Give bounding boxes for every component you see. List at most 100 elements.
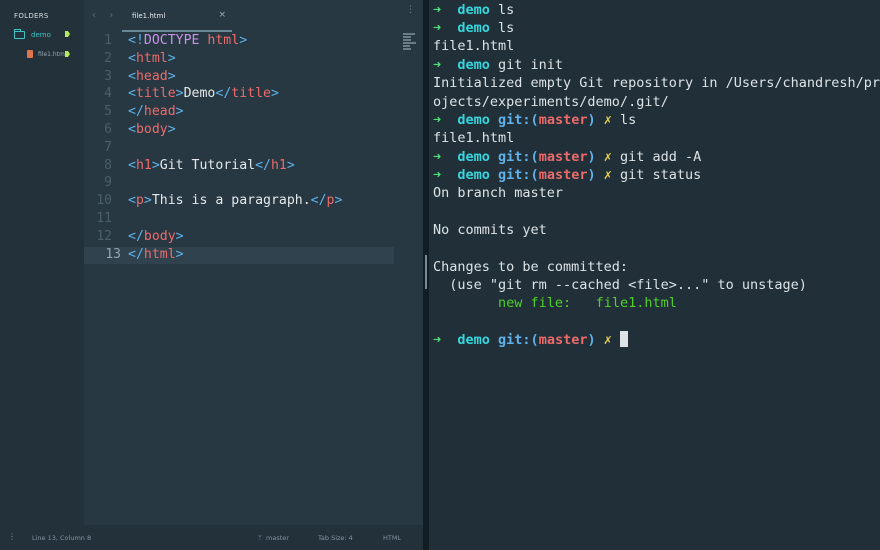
terminal-line: new file: file1.html	[433, 294, 677, 312]
line-number: 1	[104, 33, 112, 48]
folder-label: demo	[31, 31, 51, 39]
code-token: </	[255, 157, 271, 173]
terminal-line: ➜ demo git:(master) ✗ git add -A	[433, 148, 701, 166]
close-icon[interactable]: ×	[218, 10, 226, 20]
code-line[interactable]: </body>	[128, 229, 400, 247]
branch-name[interactable]: master	[266, 534, 289, 542]
code-line[interactable]: <!DOCTYPE html>	[128, 33, 400, 51]
terminal-text: Initialized empty Git repository in /Use…	[433, 75, 880, 91]
folder-sidebar: FOLDERS demo file1.html	[0, 0, 84, 525]
code-token: >	[167, 50, 176, 66]
terminal-text: demo	[457, 167, 490, 183]
code-line[interactable]	[128, 140, 400, 158]
terminal-pane[interactable]: ➜ demo ls ➜ demo ls file1.html ➜ demo git i…	[429, 0, 880, 550]
code-token: DOCTYPE	[143, 33, 200, 48]
terminal-text: ls	[489, 20, 515, 36]
tab-size[interactable]: Tab Size: 4	[318, 534, 353, 542]
code-token: >	[334, 193, 343, 209]
line-number: 8	[104, 157, 112, 173]
code-token: >	[167, 121, 176, 137]
code-line[interactable]	[128, 175, 400, 193]
terminal-text: demo	[457, 332, 490, 348]
code-token: >	[151, 157, 160, 173]
code-token: body	[143, 228, 176, 244]
code-editor[interactable]: FOLDERS demo file1.html ‹ › file1.html ×…	[0, 0, 423, 550]
code-line[interactable]: </head>	[128, 104, 400, 122]
folder-item-demo[interactable]: demo	[14, 29, 84, 41]
code-line[interactable]: <body>	[128, 122, 400, 140]
terminal-text: )	[587, 149, 596, 165]
line-number: 10	[96, 193, 112, 209]
terminal-text: git:(	[498, 167, 539, 183]
prompt-arrow-icon: ➜	[433, 149, 458, 165]
code-line[interactable]: </html>	[122, 246, 394, 265]
terminal-text: ✗	[603, 149, 612, 165]
code-line[interactable]: <p>This is a paragraph.</p>	[128, 193, 400, 211]
terminal-text: demo	[457, 149, 490, 165]
code-token: >	[175, 246, 184, 262]
code-token: >	[143, 193, 152, 209]
tab-label: file1.html	[132, 12, 166, 20]
code-token: html	[143, 246, 176, 262]
prompt-arrow-icon: ➜	[433, 2, 458, 18]
code-token: Demo	[183, 86, 216, 102]
code-line[interactable]: <html>	[128, 51, 400, 69]
prompt-arrow-icon: ➜	[433, 112, 458, 128]
code-token: >	[175, 228, 184, 244]
code-token: html	[135, 50, 168, 66]
code-line[interactable]: <head>	[128, 69, 400, 87]
minimap[interactable]	[403, 33, 417, 51]
code-line[interactable]: <title>Demo</title>	[128, 86, 400, 104]
code-token: </	[215, 86, 232, 102]
folders-heading: FOLDERS	[14, 12, 49, 20]
terminal-text: git:(	[498, 112, 539, 128]
terminal-text: ls	[611, 112, 637, 128]
back-arrow-icon[interactable]: ‹	[92, 10, 96, 21]
line-number: 9	[104, 175, 112, 191]
code-token: <	[128, 121, 136, 137]
code-token: This is a paragraph.	[151, 193, 311, 209]
terminal-line: ➜ demo ls	[433, 1, 514, 19]
code-token: </	[128, 228, 144, 244]
code-line[interactable]	[128, 211, 400, 229]
code-token: >	[167, 68, 176, 84]
file-item-file1[interactable]: file1.html	[27, 49, 84, 59]
panel-toggle-icon[interactable]: ⋮	[8, 532, 16, 541]
line-number: 7	[104, 139, 112, 155]
status-bar: ⋮ Line 13, Column 8 ᛘ master Tab Size: 4…	[0, 525, 423, 550]
line-number: 3	[104, 68, 112, 84]
code-area[interactable]: <!DOCTYPE html> <html> <head> <title>Demo</…	[122, 33, 400, 265]
code-token: </	[128, 246, 144, 262]
code-token: <	[128, 68, 136, 84]
terminal-text: git:(	[498, 332, 539, 348]
terminal-text: ojects/experiments/demo/.git/	[433, 94, 669, 110]
syntax-mode[interactable]: HTML	[383, 534, 401, 542]
line-number: 11	[96, 210, 112, 226]
line-number-gutter: 1 2 3 4 5 6 7 8 9 10 11 12 13	[84, 33, 123, 265]
code-token: <!	[128, 33, 144, 48]
tab-file1[interactable]: file1.html ×	[122, 6, 232, 32]
code-token: <	[128, 86, 136, 102]
more-options-icon[interactable]: ⋮	[406, 6, 415, 15]
code-token: <	[128, 193, 136, 209]
modified-tag-icon	[65, 31, 70, 37]
scrollbar[interactable]	[425, 255, 427, 289]
cursor-position: Line 13, Column 8	[32, 534, 92, 542]
terminal-text: ✗	[603, 167, 612, 183]
terminal-line: ➜ demo git init	[433, 56, 563, 74]
terminal-text: ls	[489, 2, 515, 18]
code-line[interactable]: <h1>Git Tutorial</h1>	[128, 158, 400, 176]
line-number: 4	[104, 86, 112, 102]
terminal-text: git status	[611, 167, 702, 183]
terminal-text: )	[587, 167, 596, 183]
forward-arrow-icon[interactable]: ›	[109, 10, 113, 21]
terminal-text: )	[587, 112, 596, 128]
terminal-text: ✗	[603, 112, 612, 128]
line-number: 2	[104, 50, 112, 66]
code-token: body	[135, 121, 168, 137]
